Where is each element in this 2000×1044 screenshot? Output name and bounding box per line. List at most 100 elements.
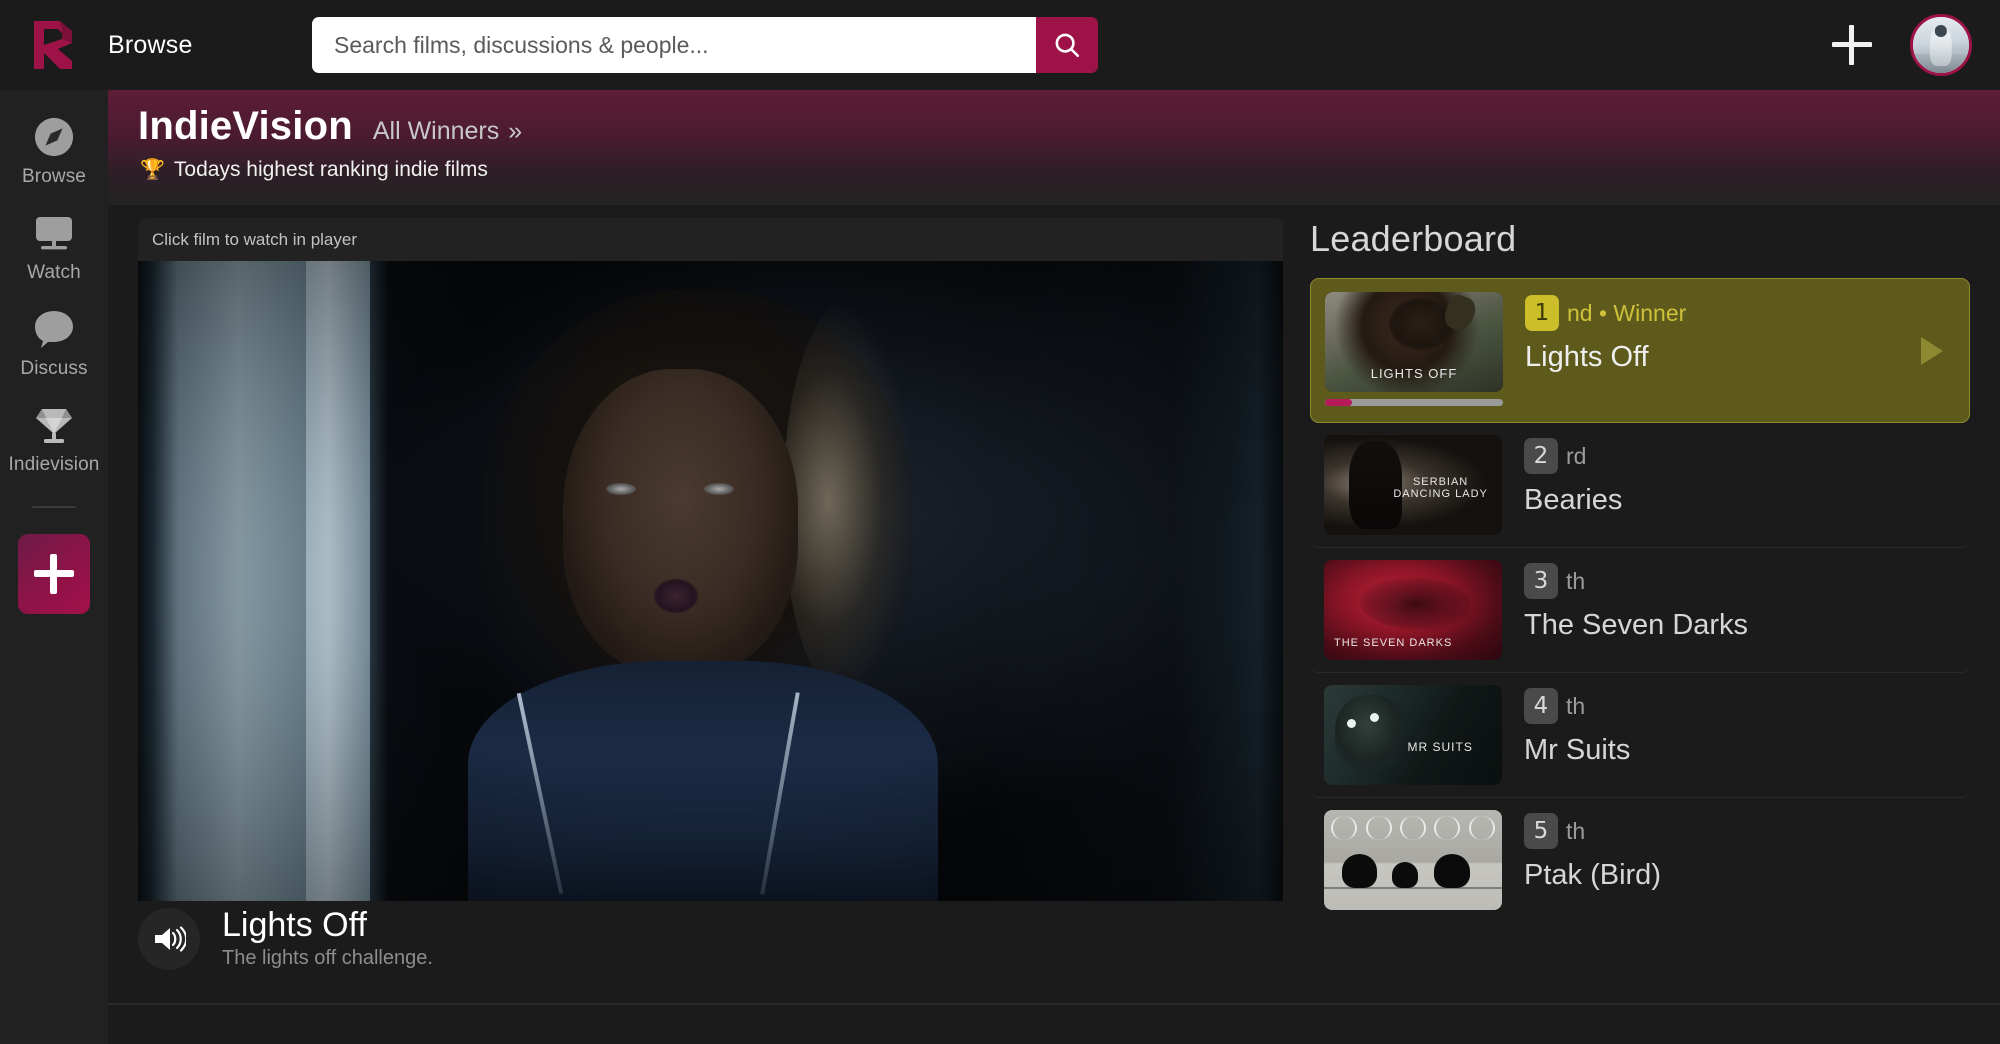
rank-suffix-5: th — [1566, 817, 1586, 844]
r-logo-icon — [34, 21, 72, 69]
leaderboard-rank-line-1: 1 nd • Winner — [1525, 295, 1955, 331]
sidebar-label-watch: Watch — [27, 262, 81, 283]
all-winners-link[interactable]: All Winners » — [373, 117, 522, 146]
sidebar-create-button[interactable] — [18, 534, 90, 614]
thumb-art-shape — [1389, 298, 1454, 350]
leaderboard-film-title-1: Lights Off — [1525, 341, 1649, 373]
leaderboard-row-3[interactable]: THE SEVEN DARKS 3 th The Seven Darks — [1310, 548, 1970, 673]
thumbnail-caption-1: LIGHTS OFF — [1370, 366, 1458, 382]
thumb-art-laurels — [1331, 816, 1495, 840]
search-bar — [312, 17, 1098, 73]
leaderboard-thumbnail-4[interactable]: MR SUITS — [1324, 685, 1502, 785]
leaderboard-thumb-wrap-3: THE SEVEN DARKS — [1324, 560, 1502, 660]
avatar[interactable] — [1910, 14, 1972, 76]
now-playing-title: Lights Off — [222, 905, 367, 944]
trophy-icon: 🏆 — [140, 159, 165, 181]
sidebar-item-indievision[interactable]: Indievision — [0, 402, 108, 476]
leaderboard-film-title-5: Ptak (Bird) — [1524, 859, 1661, 891]
leaderboard-rank-line-4: 4 th — [1524, 688, 1956, 724]
sidebar-item-watch[interactable]: Watch — [0, 210, 108, 284]
laurel-icon — [1399, 816, 1427, 840]
search-button[interactable] — [1036, 17, 1098, 73]
leaderboard-rank-line-5: 5 th — [1524, 813, 1956, 849]
volume-button[interactable] — [138, 908, 200, 970]
browse-nav-label[interactable]: Browse — [108, 31, 318, 60]
volume-icon — [155, 926, 186, 952]
leaderboard-film-title-4: Mr Suits — [1524, 734, 1631, 766]
thumbnail-caption-4: MR SUITS — [1407, 740, 1473, 755]
sidebar-divider — [32, 506, 76, 508]
thumb-art-shape — [1359, 578, 1470, 630]
leaderboard-thumbnail-2[interactable]: SERBIAN DANCING LADY — [1324, 435, 1502, 535]
video-frame[interactable] — [138, 261, 1283, 901]
leaderboard-thumb-wrap-1: LIGHTS OFF — [1325, 292, 1503, 406]
thumbnail-art-mr-suits — [1324, 685, 1502, 785]
leaderboard-title: Leaderboard — [1310, 218, 1517, 259]
leaderboard-row-2[interactable]: SERBIAN DANCING LADY 2 rd Bearies — [1310, 423, 1970, 548]
laurel-icon — [1331, 816, 1358, 840]
leaderboard-rank-line-3: 3 th — [1524, 563, 1956, 599]
video-vignette — [138, 261, 1283, 901]
leaderboard-meta-3: 3 th The Seven Darks — [1524, 560, 1956, 642]
leaderboard-row-4[interactable]: MR SUITS 4 th Mr Suits — [1310, 673, 1970, 798]
leaderboard-film-title-3: The Seven Darks — [1524, 609, 1749, 641]
laurel-icon — [1434, 816, 1461, 840]
sidebar-item-discuss[interactable]: Discuss — [0, 306, 108, 380]
leaderboard-row-1[interactable]: LIGHTS OFF 1 nd • Winner Lights Off — [1310, 278, 1970, 423]
thumbnail-caption-3: THE SEVEN DARKS — [1334, 637, 1453, 650]
laurel-icon — [1365, 816, 1392, 840]
plus-icon — [34, 554, 74, 594]
page-banner: IndieVision All Winners » 🏆 Todays highe… — [108, 90, 2000, 205]
leaderboard-thumb-wrap-2: SERBIAN DANCING LADY — [1324, 435, 1502, 535]
leaderboard-film-title-2: Bearies — [1524, 484, 1623, 516]
leaderboard-thumbnail-5[interactable] — [1324, 810, 1502, 910]
top-bar: Browse — [0, 0, 2000, 90]
now-playing-bar: Lights Off The lights off challenge. — [138, 880, 1283, 998]
leaderboard-thumbnail-3[interactable]: THE SEVEN DARKS — [1324, 560, 1502, 660]
bird-icon — [1391, 862, 1419, 888]
leaderboard-meta-1: 1 nd • Winner Lights Off — [1525, 292, 1955, 374]
banner-tagline: 🏆 Todays highest ranking indie films — [140, 157, 488, 182]
leaderboard-meta-2: 2 rd Bearies — [1524, 435, 1956, 517]
thumbnail-caption-2: SERBIAN DANCING LADY — [1393, 475, 1488, 501]
rank-badge-3: 3 — [1524, 563, 1558, 599]
chevron-right-icon: » — [508, 117, 523, 145]
leaderboard-thumb-wrap-5 — [1324, 810, 1502, 910]
monitor-icon — [32, 210, 76, 256]
now-playing-text: Lights Off The lights off challenge. — [222, 905, 433, 971]
rank-suffix-2: rd — [1566, 442, 1587, 469]
sidebar-item-browse[interactable]: Browse — [0, 114, 108, 188]
speech-bubble-icon — [32, 306, 76, 352]
rank-badge-5: 5 — [1524, 813, 1558, 849]
create-plus-icon[interactable] — [1832, 25, 1872, 65]
sidebar: Browse Watch Discuss Indievision — [0, 90, 108, 1044]
brand-logo[interactable] — [0, 0, 108, 90]
leaderboard-meta-4: 4 th Mr Suits — [1524, 685, 1956, 767]
rank-badge-1: 1 — [1525, 295, 1559, 331]
compass-icon — [33, 114, 75, 160]
leaderboard: Leaderboard LIGHTS OFF 1 nd • Winner Lig… — [1310, 218, 1970, 922]
rank-suffix-1: nd • Winner — [1567, 299, 1687, 326]
sidebar-label-browse: Browse — [22, 166, 86, 187]
player-hint: Click film to watch in player — [152, 230, 358, 249]
rank-badge-2: 2 — [1524, 438, 1558, 474]
leaderboard-progress-1[interactable] — [1325, 399, 1503, 406]
leaderboard-row-5[interactable]: 5 th Ptak (Bird) — [1310, 798, 1970, 922]
search-input[interactable] — [312, 17, 1036, 73]
progress-fill — [1325, 399, 1352, 406]
rank-suffix-4: th — [1566, 692, 1586, 719]
sidebar-label-discuss: Discuss — [20, 358, 88, 379]
bird-icon — [1341, 854, 1378, 888]
banner-heading: IndieVision All Winners » — [138, 104, 522, 149]
banner-tagline-text: Todays highest ranking indie films — [173, 157, 488, 181]
thumb-art-shape — [1334, 695, 1406, 771]
leaderboard-thumb-wrap-4: MR SUITS — [1324, 685, 1502, 785]
leaderboard-thumbnail-1[interactable]: LIGHTS OFF — [1325, 292, 1503, 392]
diamond-icon — [32, 402, 76, 448]
now-playing-subtitle: The lights off challenge. — [222, 947, 433, 970]
video-player-card[interactable]: Click film to watch in player — [138, 218, 1283, 901]
sidebar-label-indievision: Indievision — [8, 454, 100, 475]
leaderboard-rank-line-2: 2 rd — [1524, 438, 1956, 474]
thumbnail-art-ptak-bird — [1324, 810, 1502, 910]
play-triangle-icon[interactable] — [1921, 336, 1943, 365]
